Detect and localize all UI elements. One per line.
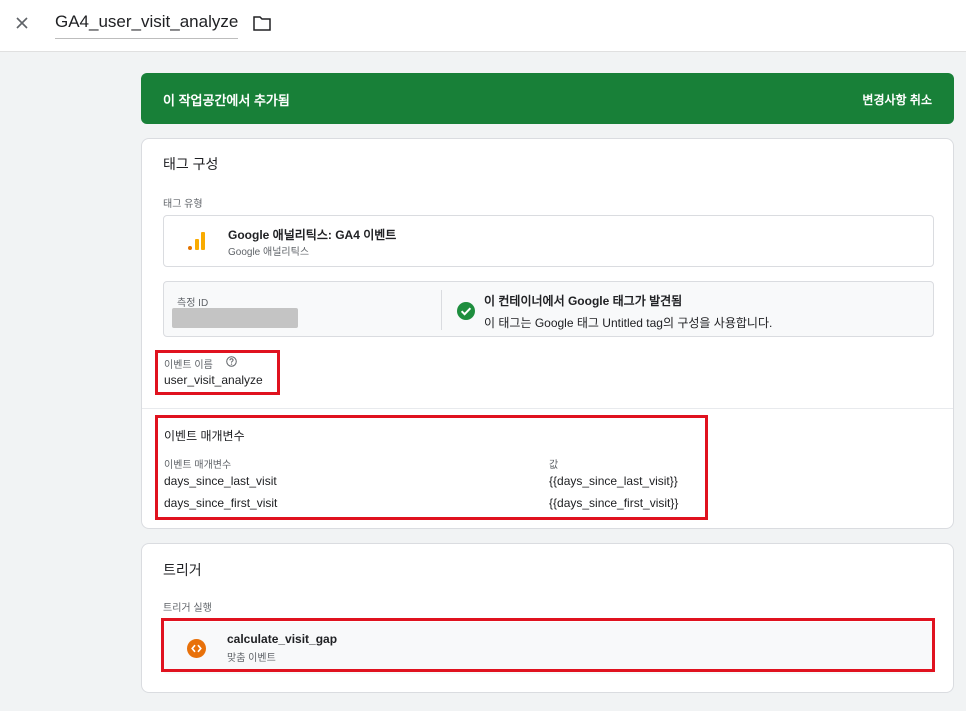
- analytics-icon: [188, 232, 205, 250]
- event-params-col-param: 이벤트 매개변수: [164, 460, 232, 471]
- event-name-label: 이벤트 이름: [164, 360, 213, 371]
- trigger-card[interactable]: 트리거 트리거 실행 calculate_visit_gap 맞춤 이벤트: [141, 543, 954, 693]
- google-tag-found-sub: 이 태그는 Google 태그 Untitled tag의 구성을 사용합니다.: [484, 316, 773, 330]
- section-divider: [142, 408, 953, 409]
- custom-event-icon: [187, 639, 206, 658]
- help-icon[interactable]: [226, 356, 237, 367]
- measurement-id-label: 측정 ID: [177, 298, 209, 309]
- measurement-divider: [441, 290, 442, 330]
- trigger-fire-label: 트리거 실행: [163, 603, 212, 614]
- check-circle-icon: [457, 302, 475, 320]
- tag-type-label: 태그 유형: [163, 199, 203, 210]
- discard-changes-button[interactable]: 변경사항 취소: [862, 91, 932, 108]
- close-icon[interactable]: [12, 13, 32, 33]
- table-row-param: days_since_last_visit: [164, 474, 277, 488]
- tag-type-sub: Google 애널리틱스: [228, 247, 310, 258]
- table-row-param: days_since_first_visit: [164, 496, 278, 510]
- event-params-title: 이벤트 매개변수: [164, 429, 245, 443]
- trigger-title: 트리거: [163, 562, 202, 578]
- google-tag-found-title: 이 컨테이너에서 Google 태그가 발견됨: [484, 294, 683, 308]
- folder-icon[interactable]: [252, 14, 272, 32]
- top-bar: GA4_user_visit_analyze: [0, 0, 966, 52]
- page-title[interactable]: GA4_user_visit_analyze: [55, 12, 239, 39]
- measurement-id-value: [172, 308, 298, 328]
- measurement-id-box: 측정 ID 이 컨테이너에서 Google 태그가 발견됨 이 태그는 Goog…: [163, 281, 934, 337]
- table-row-value: {{days_since_first_visit}}: [549, 496, 679, 510]
- tag-config-card[interactable]: 태그 구성 태그 유형 Google 애널리틱스: GA4 이벤트 Google…: [141, 138, 954, 529]
- event-name-value[interactable]: user_visit_analyze: [164, 373, 263, 387]
- trigger-name: calculate_visit_gap: [227, 632, 338, 646]
- tag-type-selector[interactable]: Google 애널리틱스: GA4 이벤트 Google 애널리틱스: [163, 215, 934, 267]
- trigger-item[interactable]: calculate_visit_gap 맞춤 이벤트: [163, 622, 934, 674]
- tag-type-name: Google 애널리틱스: GA4 이벤트: [228, 228, 397, 242]
- event-params-col-value: 값: [549, 460, 559, 471]
- trigger-sub: 맞춤 이벤트: [227, 653, 276, 664]
- table-row-value: {{days_since_last_visit}}: [549, 474, 678, 488]
- workspace-banner: 이 작업공간에서 추가됨 변경사항 취소: [141, 73, 954, 124]
- tag-config-title: 태그 구성: [163, 156, 219, 172]
- banner-message: 이 작업공간에서 추가됨: [163, 93, 290, 108]
